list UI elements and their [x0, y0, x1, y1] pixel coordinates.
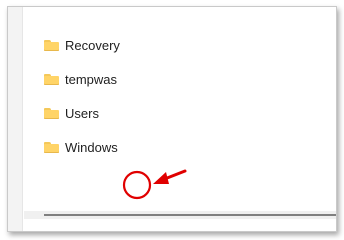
navigation-pane-edge	[8, 7, 23, 231]
list-item-tempwas[interactable]: tempwas	[44, 63, 304, 97]
folder-icon	[44, 141, 59, 153]
folder-name: tempwas	[65, 72, 118, 87]
file-explorer-window: Recovery tempwas Users Windows	[7, 6, 337, 232]
list-item-windows[interactable]: Windows	[44, 131, 304, 165]
folder-icon	[44, 107, 59, 119]
folder-icon	[44, 39, 59, 51]
folder-name: Users	[65, 106, 99, 121]
folder-name: Recovery	[65, 38, 120, 53]
folder-icon	[44, 73, 59, 85]
scrollbar-thumb[interactable]	[44, 214, 336, 216]
horizontal-scrollbar[interactable]	[24, 211, 336, 221]
folder-list: Recovery tempwas Users Windows	[44, 29, 304, 165]
list-item-users[interactable]: Users	[44, 97, 304, 131]
folder-name: Windows	[65, 140, 118, 155]
list-item-recovery[interactable]: Recovery	[44, 29, 304, 63]
